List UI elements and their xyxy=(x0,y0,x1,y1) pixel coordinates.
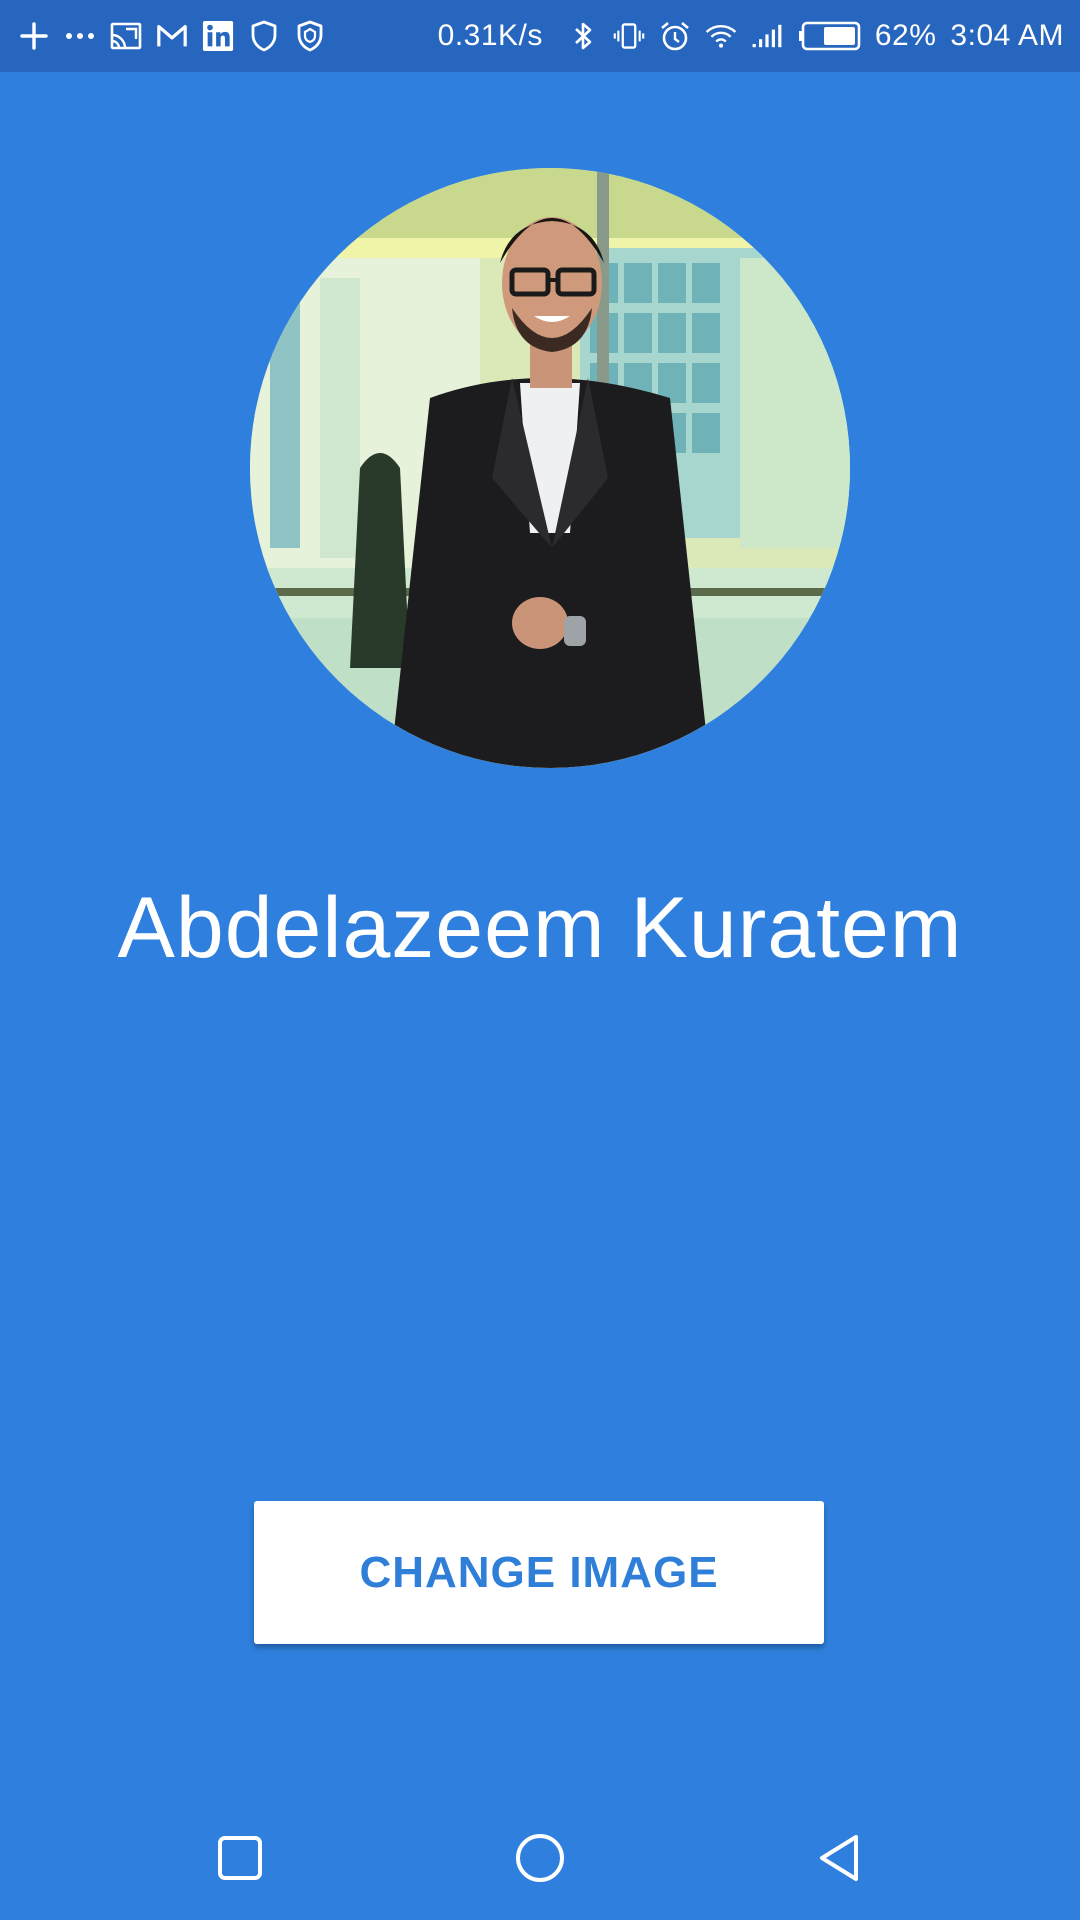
status-bar-left xyxy=(18,19,326,53)
bluetooth-icon xyxy=(567,19,599,53)
profile-screen: 0.31K/s 62% 3:04 AM Abdelazeem Kuratem C… xyxy=(0,0,1080,1920)
recent-apps-button[interactable] xyxy=(210,1830,270,1890)
gmail-icon xyxy=(156,19,188,53)
battery-icon xyxy=(797,19,861,53)
change-image-button[interactable]: CHANGE IMAGE xyxy=(254,1501,824,1644)
linkedin-icon xyxy=(202,19,234,53)
home-button[interactable] xyxy=(510,1830,570,1890)
status-bar-right: 0.31K/s 62% 3:04 AM xyxy=(438,19,1064,53)
back-button[interactable] xyxy=(810,1830,870,1890)
vibrate-icon xyxy=(613,19,645,53)
navigation-bar xyxy=(0,1800,1080,1920)
battery-percent: 62% xyxy=(874,19,937,52)
profile-avatar xyxy=(250,168,850,768)
recent-apps-icon xyxy=(217,1835,263,1886)
cast-icon xyxy=(110,19,142,53)
alarm-icon xyxy=(659,19,691,53)
wifi-icon xyxy=(705,19,737,53)
home-icon xyxy=(514,1832,566,1889)
network-speed: 0.31K/s xyxy=(437,19,543,52)
clock-time: 3:04 AM xyxy=(950,19,1064,52)
status-bar: 0.31K/s 62% 3:04 AM xyxy=(0,0,1080,72)
more-dots-icon xyxy=(64,19,96,53)
profile-name: Abdelazeem Kuratem xyxy=(117,880,963,976)
signal-icon xyxy=(751,19,783,53)
shield-check-icon xyxy=(294,19,326,53)
plus-icon xyxy=(18,19,50,53)
shield-icon xyxy=(248,19,280,53)
back-icon xyxy=(816,1832,864,1889)
